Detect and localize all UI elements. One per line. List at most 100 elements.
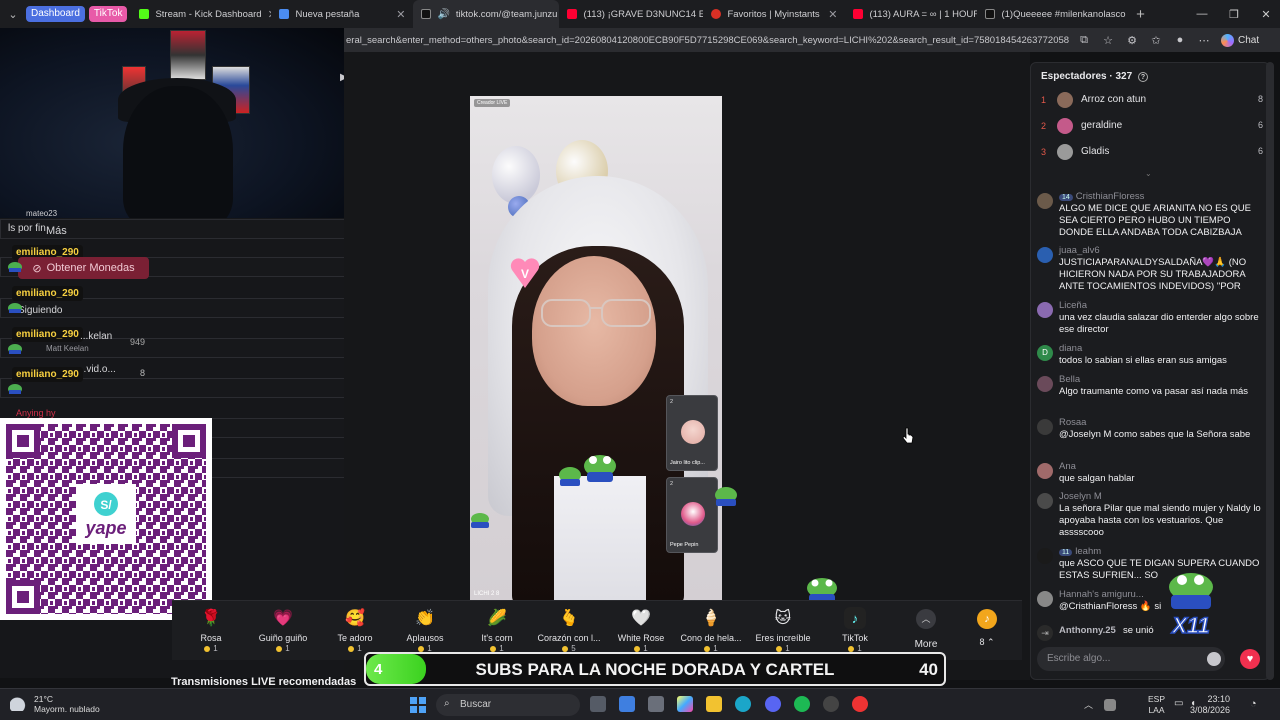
bookmark-star-icon[interactable]: ☆: [1099, 31, 1117, 49]
favorites-icon[interactable]: ✩: [1147, 31, 1165, 49]
tab-tiktok-live[interactable]: 🔊 tiktok.com/@team.junzu ✕: [413, 0, 560, 28]
tab-new-tab[interactable]: Nueva pestaña ✕: [271, 0, 413, 28]
viewer-count: 8: [140, 368, 146, 378]
gift-te-adoro[interactable]: 🥰 Te adoro 1: [320, 607, 390, 653]
edge-browser-icon[interactable]: [735, 696, 751, 712]
minimize-icon[interactable]: —: [1186, 0, 1218, 28]
top-viewer-row[interactable]: 3 Gladis 6: [1041, 143, 1263, 163]
tab-group-tiktok[interactable]: TikTok: [88, 6, 128, 22]
more-label[interactable]: Más: [46, 225, 67, 237]
more-menu-icon[interactable]: ⋯: [1195, 31, 1213, 49]
chat-username[interactable]: Ana: [1059, 461, 1076, 472]
info-icon[interactable]: ?: [1137, 72, 1148, 82]
gift-price: 1: [176, 644, 246, 653]
chat-username[interactable]: Liceña: [1059, 300, 1087, 311]
gift-aplausos[interactable]: 👏 Aplausos 1: [390, 607, 460, 653]
frog-emote-combo-icon: X11: [1169, 573, 1213, 637]
webcam-overlay: [0, 28, 344, 218]
gift-corazon[interactable]: 🫰 Corazón con l... 5: [534, 607, 604, 653]
app-icon[interactable]: [852, 696, 868, 712]
avatar: [1037, 493, 1053, 509]
tab-group-dashboard[interactable]: Dashboard: [26, 6, 85, 22]
chat-username[interactable]: Hannah's amiguru...: [1059, 589, 1144, 600]
close-icon[interactable]: ✕: [396, 8, 405, 21]
partial-username: ...kelan: [80, 331, 113, 342]
following-label[interactable]: Siguiendo: [18, 305, 62, 316]
chat-username[interactable]: juaa_alv6: [1059, 245, 1100, 256]
gift-its-corn[interactable]: 🌽 It's corn 1: [462, 607, 532, 653]
speaker-icon[interactable]: 🔊: [437, 9, 449, 20]
store-icon[interactable]: [648, 696, 664, 712]
address-bar[interactable]: eral_search&enter_method=others_photo&se…: [344, 28, 1280, 52]
network-icon[interactable]: ▭: [1174, 698, 1183, 709]
url-text[interactable]: eral_search&enter_method=others_photo&se…: [344, 35, 1069, 46]
tab-tiktok-2[interactable]: (1)Queeeee #milenkanolasco ✕: [977, 0, 1127, 28]
gift-cono-helado[interactable]: 🍦 Cono de hela... 1: [676, 607, 746, 653]
corn-icon: 🌽: [487, 610, 507, 627]
taskbar-clock[interactable]: 23:10 3/08/2026: [1190, 694, 1230, 716]
top-viewer-row[interactable]: 1 Arroz con atun 8: [1041, 91, 1263, 111]
gift-white-rose[interactable]: 🤍 White Rose 1: [606, 607, 676, 653]
top-viewer-row[interactable]: 2 geraldine 6: [1041, 117, 1263, 137]
more-gifts-button[interactable]: ︿ More: [908, 609, 944, 650]
chat-input[interactable]: Escribe algo...: [1037, 647, 1225, 671]
windows-start-icon[interactable]: [410, 697, 426, 713]
file-explorer-icon[interactable]: [706, 696, 722, 712]
like-heart-button[interactable]: ♥: [1240, 649, 1260, 669]
chat-username[interactable]: Rosaa: [1059, 417, 1086, 428]
chat-username[interactable]: Bella: [1059, 374, 1080, 385]
viewer-name: geraldine: [1081, 120, 1123, 131]
windows-taskbar: 21°C Mayorm. nublado ⌕ Buscar ︿ ESP LAA …: [0, 688, 1280, 720]
page-scrollbar[interactable]: [1266, 62, 1274, 680]
gift-rosa[interactable]: 🌹 Rosa 1: [176, 607, 246, 653]
chevron-down-icon[interactable]: ⌄: [1145, 169, 1152, 178]
discord-icon[interactable]: [765, 696, 781, 712]
coin-icon: ⊘: [32, 262, 42, 275]
widgets-icon[interactable]: [619, 696, 635, 712]
glasses-icon: [541, 299, 651, 327]
gift-guino[interactable]: 💗 Guiño guiño 1: [248, 607, 318, 653]
new-tab-button[interactable]: +: [1127, 0, 1153, 28]
spotify-icon[interactable]: [794, 696, 810, 712]
gift-eres-increible[interactable]: 🐱 Eres increíble 1: [748, 607, 818, 653]
chat-username[interactable]: 11 leahm: [1059, 546, 1101, 557]
tab-youtube-1[interactable]: (113) ¡GRAVE D3NUNC14 EN ✕: [559, 0, 703, 28]
restore-icon[interactable]: ❐: [1218, 0, 1250, 28]
chat-username[interactable]: Anthonny.25: [1059, 625, 1116, 636]
get-coins-button[interactable]: ⊘ Obtener Monedas: [18, 257, 149, 279]
chat-username[interactable]: Joselyn M: [1059, 491, 1102, 502]
join-icon: ⇥: [1037, 625, 1053, 641]
obs-icon[interactable]: [823, 696, 839, 712]
guest-tile[interactable]: 2 Pepe Pepin: [666, 477, 718, 553]
tab-kick-dashboard[interactable]: Stream - Kick Dashboard ✕: [131, 0, 271, 28]
tab-myinstants[interactable]: Favoritos | Myinstants ✕: [703, 0, 845, 28]
svg-text:yape: yape: [84, 518, 126, 538]
task-view-icon[interactable]: [590, 696, 606, 712]
gift-tiktok[interactable]: ♪ TikTok 1: [820, 607, 890, 653]
language-indicator[interactable]: ESP LAA: [1148, 694, 1165, 716]
close-window-icon[interactable]: ✕: [1250, 0, 1280, 28]
guest-tile[interactable]: 2 Jairo lito clip...: [666, 395, 718, 471]
copilot-app-icon[interactable]: [677, 696, 693, 712]
extensions-icon[interactable]: ⚙: [1123, 31, 1141, 49]
level-badge: 14: [1059, 194, 1073, 201]
coin-balance[interactable]: ♪ 8 ⌃: [972, 609, 1002, 648]
profile-avatar-icon[interactable]: ●: [1171, 31, 1189, 49]
tab-label: Nueva pestaña: [295, 8, 360, 20]
taskbar-search[interactable]: ⌕ Buscar: [436, 694, 580, 716]
copilot-chat-button[interactable]: Chat: [1221, 33, 1259, 47]
rose-icon: 🌹: [201, 610, 221, 627]
tab-menu-icon[interactable]: ⌄: [0, 0, 26, 28]
close-icon[interactable]: ✕: [828, 8, 837, 21]
weather-widget[interactable]: 21°C Mayorm. nublado: [10, 694, 100, 714]
notifications-icon[interactable]: ◔: [1250, 698, 1257, 710]
emoji-icon[interactable]: [1207, 652, 1221, 666]
tab-youtube-2[interactable]: (113) AURA = ∞ | 1 HOUR V ✕: [845, 0, 977, 28]
tray-chevron-icon[interactable]: ︿: [1084, 698, 1093, 711]
gift-name: TikTok: [842, 633, 868, 643]
chat-username[interactable]: 14 CristhianFloress: [1059, 191, 1144, 202]
frog-emote-icon: [471, 513, 489, 528]
open-in-app-icon[interactable]: ⧉: [1075, 31, 1093, 49]
tray-app-icon[interactable]: [1104, 699, 1116, 711]
chat-username[interactable]: diana: [1059, 343, 1082, 354]
